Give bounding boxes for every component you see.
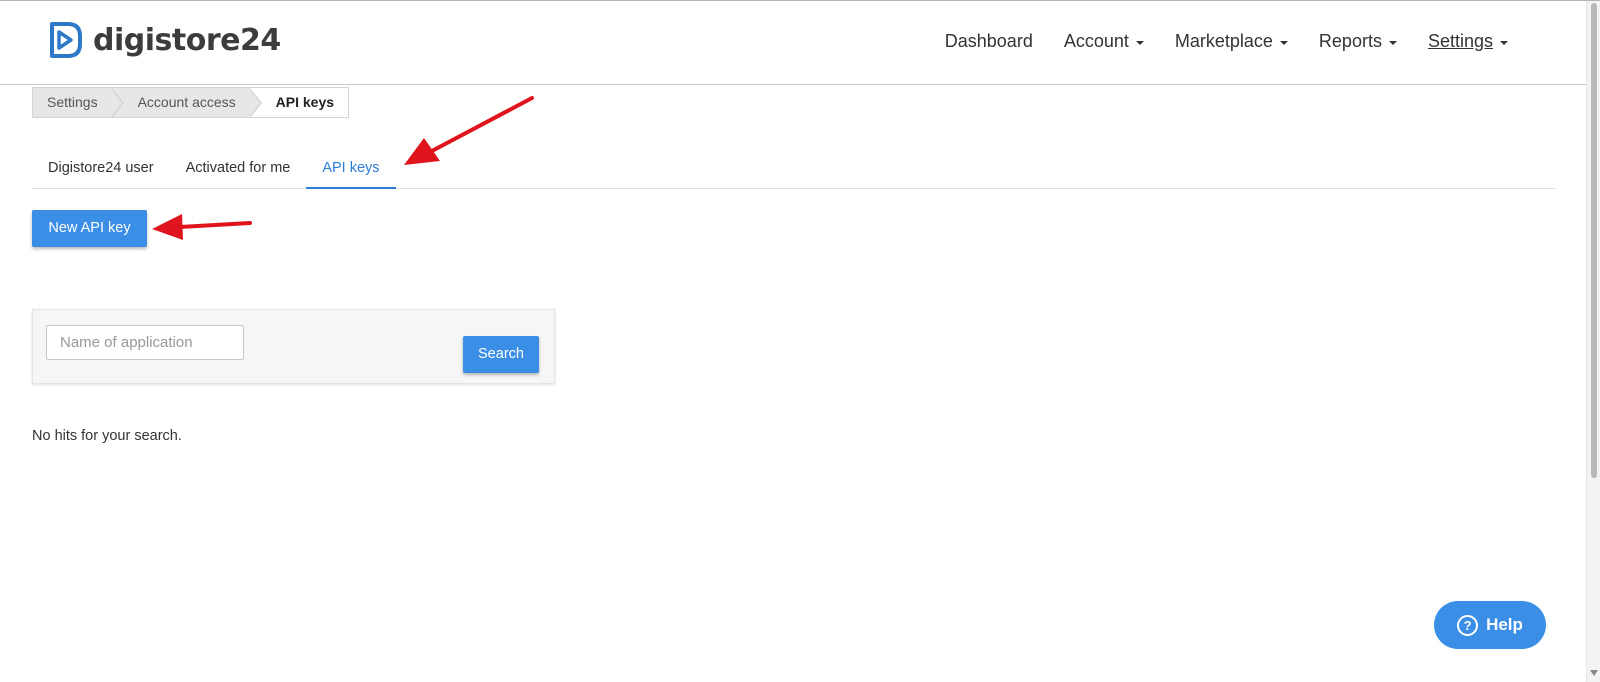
nav-reports-label: Reports <box>1318 31 1382 51</box>
search-panel: Search <box>32 309 555 384</box>
logo[interactable]: digistore24 <box>46 19 281 61</box>
breadcrumb-account-access[interactable]: Account access <box>111 88 262 118</box>
caret-down-icon <box>1135 40 1144 45</box>
breadcrumb-account-access-label: Account access <box>137 94 236 110</box>
digistore24-logo-icon <box>50 22 82 58</box>
vertical-scrollbar[interactable] <box>1586 1 1600 682</box>
nav-reports[interactable]: Reports <box>1319 31 1397 52</box>
scroll-down-arrow-icon[interactable] <box>1590 670 1598 676</box>
breadcrumb-settings-label: Settings <box>47 94 98 110</box>
search-button[interactable]: Search <box>463 336 539 373</box>
nav-settings-label: Settings <box>1427 31 1493 51</box>
caret-down-icon <box>1279 40 1288 45</box>
nav-marketplace-label: Marketplace <box>1174 31 1273 51</box>
tab-digistore24-user[interactable]: Digistore24 user <box>32 148 170 189</box>
nav-marketplace[interactable]: Marketplace <box>1175 31 1288 52</box>
breadcrumb: Settings Account access API keys <box>32 87 350 118</box>
no-results-message: No hits for your search. <box>32 428 182 444</box>
breadcrumb-separator-icon <box>248 88 262 118</box>
application-name-search-input[interactable] <box>46 325 244 360</box>
breadcrumb-api-keys-label: API keys <box>275 94 335 110</box>
nav-dashboard-label: Dashboard <box>944 31 1033 51</box>
breadcrumb-api-keys: API keys <box>249 88 349 117</box>
breadcrumb-separator-icon <box>110 88 124 118</box>
caret-down-icon <box>1388 40 1397 45</box>
red-arrow-icon <box>152 214 252 240</box>
top-header: digistore24 Dashboard Account Marketplac… <box>0 1 1586 85</box>
tab-api-keys[interactable]: API keys <box>306 148 396 189</box>
help-button-label: Help <box>1486 615 1523 634</box>
new-api-key-button[interactable]: New API key <box>32 210 147 247</box>
logo-text: digistore24 <box>93 22 281 58</box>
main-nav: Dashboard Account Marketplace Reports Se… <box>914 31 1508 52</box>
nav-account[interactable]: Account <box>1064 31 1144 52</box>
tab-activated-for-me[interactable]: Activated for me <box>170 148 307 189</box>
nav-settings[interactable]: Settings <box>1428 31 1508 52</box>
question-circle-icon: ? <box>1457 614 1479 636</box>
caret-down-icon <box>1500 40 1508 45</box>
help-button[interactable]: ? Help <box>1434 601 1546 649</box>
nav-dashboard[interactable]: Dashboard <box>945 31 1033 52</box>
tab-bar: Digistore24 user Activated for me API ke… <box>32 148 1556 189</box>
breadcrumb-settings[interactable]: Settings <box>33 88 124 118</box>
scrollbar-thumb[interactable] <box>1591 3 1597 478</box>
nav-account-label: Account <box>1063 31 1129 51</box>
